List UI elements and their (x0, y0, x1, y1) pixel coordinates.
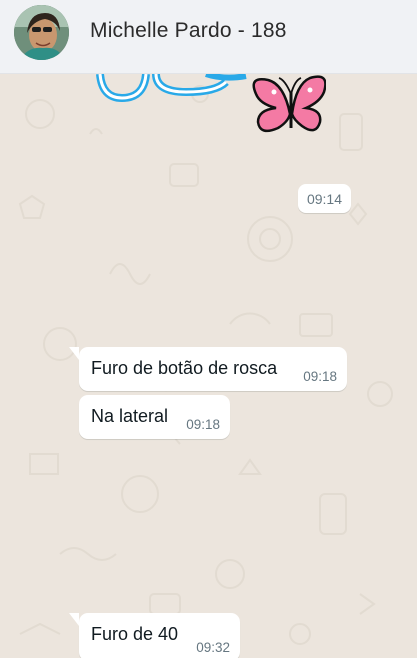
avatar[interactable] (14, 5, 69, 60)
message-bubble[interactable]: Na lateral 09:18 (79, 395, 230, 439)
message-bubble[interactable]: Furo de botão de rosca 09:18 (79, 347, 347, 391)
sticker-timestamp: 09:14 (298, 184, 351, 213)
message-time: 09:32 (196, 640, 230, 655)
message-time: 09:18 (303, 369, 337, 384)
chat-header: Michelle Pardo - 188 (0, 0, 417, 74)
message-text: Na lateral (91, 406, 169, 426)
blue-lettering-sticker (96, 74, 247, 103)
timestamp-text: 09:14 (306, 191, 343, 207)
sticker-image[interactable] (96, 74, 326, 136)
contact-photo-icon (14, 5, 69, 60)
message-text: Furo de 40 (91, 624, 179, 644)
message-time: 09:18 (186, 417, 220, 432)
message-bubble[interactable]: Furo de 40 09:32 (79, 613, 240, 658)
bubble-tail (69, 347, 79, 360)
contact-name[interactable]: Michelle Pardo - 188 (90, 19, 287, 43)
message-text: Furo de botão de rosca (91, 358, 278, 378)
butterfly-icon (252, 75, 326, 133)
bubble-tail (69, 613, 79, 626)
